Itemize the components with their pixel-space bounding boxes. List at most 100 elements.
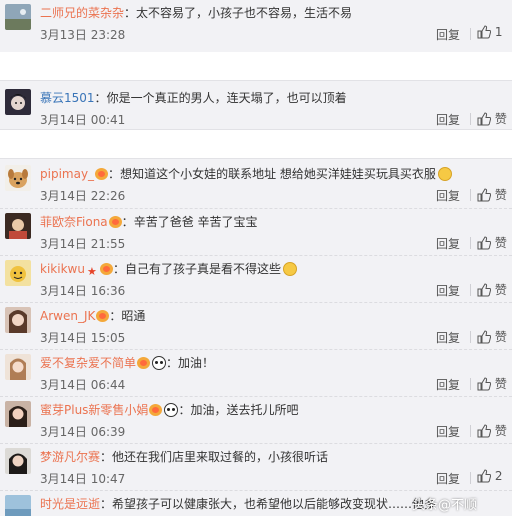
like-label: 赞: [494, 112, 507, 126]
comment-item: 爱不复杂爱不简单 ：加油！ 3月14日 06:44 回复 赞: [0, 349, 512, 396]
avatar[interactable]: [5, 260, 31, 286]
comment-time: 3月14日 16:36: [40, 284, 126, 298]
avatar[interactable]: [5, 213, 31, 239]
comment-time: 3月14日 00:41: [40, 113, 126, 127]
comment-item: 慕云1501：你是一个真正的男人，连天塌了，也可以顶着 3月14日 00:41 …: [0, 85, 512, 129]
like-button[interactable]: 1: [477, 25, 502, 39]
like-count: 2: [494, 469, 503, 483]
divider: [470, 472, 471, 484]
reply-button[interactable]: 回复: [436, 26, 460, 43]
like-button[interactable]: 赞: [477, 375, 507, 392]
vip-badge-icon: [137, 357, 151, 369]
comment-text: 想知道这个小女娃的联系地址 想给她买洋娃娃买玩具买衣服: [120, 167, 436, 181]
comment-username[interactable]: 时光是远逝: [40, 497, 100, 511]
reply-button[interactable]: 回复: [436, 470, 460, 487]
panda-badge-icon: [152, 356, 167, 370]
comment-time: 3月14日 15:05: [40, 331, 126, 345]
comment-username[interactable]: 慕云1501: [40, 91, 95, 105]
divider: [470, 331, 471, 343]
reply-button[interactable]: 回复: [436, 376, 460, 393]
thumbs-up-icon: [477, 377, 491, 391]
divider: [470, 189, 471, 201]
smile-emoji-icon: [437, 167, 452, 181]
avatar[interactable]: [5, 448, 31, 474]
thumbs-up-icon: [477, 188, 491, 202]
avatar[interactable]: [5, 89, 31, 115]
comment-username[interactable]: kikikwu: [40, 262, 85, 276]
reply-button[interactable]: 回复: [436, 187, 460, 204]
like-count: 1: [494, 25, 503, 39]
reply-button[interactable]: 回复: [436, 111, 460, 128]
comment-text: 太不容易了，小孩子也不容易，生活不易: [136, 6, 353, 20]
avatar[interactable]: [5, 4, 31, 30]
vip-badge-icon: [108, 216, 122, 228]
comment-text: 希望孩子可以健康张大，也希望他以后能够改变现状……他多: [112, 497, 437, 511]
like-label: 赞: [494, 330, 507, 344]
comment-username[interactable]: 蜜芽Plus新零售小娟: [40, 403, 148, 417]
vip-badge-icon: [95, 168, 109, 180]
reply-button[interactable]: 回复: [436, 235, 460, 252]
reply-button[interactable]: 回复: [436, 423, 460, 440]
thumbs-up-icon: [477, 330, 491, 344]
comment-time: 3月14日 06:44: [40, 378, 126, 392]
avatar[interactable]: [5, 354, 31, 380]
panda-badge-icon: [164, 403, 179, 417]
comment-item: 蜜芽Plus新零售小娟 ：加油，送去托儿所吧 3月14日 06:39 回复 赞: [0, 396, 512, 443]
comment-text: 他还在我们店里来取过餐的，小孩很听话: [112, 450, 329, 464]
like-label: 赞: [494, 283, 507, 297]
divider: [470, 284, 471, 296]
comment-time: 3月14日 10:47: [40, 472, 126, 486]
like-label: 赞: [494, 236, 507, 250]
avatar[interactable]: [5, 401, 31, 427]
comment-text: 自己有了孩子真是看不得这些: [124, 262, 281, 276]
comment-username[interactable]: 梦游凡尔赛: [40, 450, 100, 464]
comment-time: 3月14日 06:39: [40, 425, 126, 439]
comment-item: Arwen_JK ：昭通 3月14日 15:05 回复 赞: [0, 302, 512, 349]
comment-time: 3月13日 23:28: [40, 28, 126, 42]
reply-button[interactable]: 回复: [436, 329, 460, 346]
divider: [470, 378, 471, 390]
comment-text: 辛苦了爸爸 辛苦了宝宝: [133, 215, 258, 229]
like-button[interactable]: 赞: [477, 281, 507, 298]
comment-username[interactable]: 爱不复杂爱不简单: [40, 356, 136, 370]
watermark: 头条@不顺: [412, 498, 478, 513]
comment-block-1: 二师兄的菜杂杂：太不容易了，小孩子也不容易，生活不易 3月13日 23:28 回…: [0, 0, 512, 52]
reply-button[interactable]: 回复: [436, 282, 460, 299]
comment-block-2: 慕云1501：你是一个真正的男人，连天塌了，也可以顶着 3月14日 00:41 …: [0, 80, 512, 130]
comment-item: 梦游凡尔赛：他还在我们店里来取过餐的，小孩很听话 3月14日 10:47 回复 …: [0, 443, 512, 490]
comment-username[interactable]: Arwen_JK: [40, 309, 95, 323]
thumbs-up-icon: [477, 424, 491, 438]
comment-text: 加油！: [178, 356, 215, 370]
like-label: 赞: [494, 424, 507, 438]
star-badge-icon: ★: [86, 265, 97, 278]
comment-item: 菲欧奈Fiona ：辛苦了爸爸 辛苦了宝宝 3月14日 21:55 回复 赞: [0, 208, 512, 255]
avatar[interactable]: [5, 495, 31, 516]
like-label: 赞: [494, 188, 507, 202]
thumbs-up-icon: [477, 283, 491, 297]
like-button[interactable]: 2: [477, 469, 502, 483]
comment-username[interactable]: 菲欧奈Fiona: [40, 215, 108, 229]
avatar[interactable]: [5, 165, 31, 191]
like-button[interactable]: 赞: [477, 234, 507, 251]
comment-username[interactable]: pipimay_: [40, 167, 94, 181]
like-button[interactable]: 赞: [477, 110, 507, 127]
like-button[interactable]: 赞: [477, 186, 507, 203]
comment-block-3: pipimay_ ：想知道这个小女娃的联系地址 想给她买洋娃娃买玩具买衣服 3月1…: [0, 158, 512, 516]
divider: [470, 113, 471, 125]
comment-item: pipimay_ ：想知道这个小女娃的联系地址 想给她买洋娃娃买玩具买衣服 3月1…: [0, 161, 512, 208]
thumbs-up-icon: [477, 469, 491, 483]
like-label: 赞: [494, 377, 507, 391]
comment-text: 昭通: [121, 309, 146, 323]
divider: [470, 425, 471, 437]
comment-username[interactable]: 二师兄的菜杂杂: [40, 6, 124, 20]
vip-badge-icon: [99, 263, 113, 275]
like-button[interactable]: 赞: [477, 422, 507, 439]
comment-item: kikikwu ★ ：自己有了孩子真是看不得这些 3月14日 16:36 回复 赞: [0, 255, 512, 302]
vip-badge-icon: [149, 404, 163, 416]
divider: [470, 28, 471, 40]
avatar[interactable]: [5, 307, 31, 333]
comment-text: 加油，送去托儿所吧: [190, 403, 299, 417]
thumbs-up-icon: [477, 25, 491, 39]
comment-time: 3月14日 22:26: [40, 189, 126, 203]
like-button[interactable]: 赞: [477, 328, 507, 345]
